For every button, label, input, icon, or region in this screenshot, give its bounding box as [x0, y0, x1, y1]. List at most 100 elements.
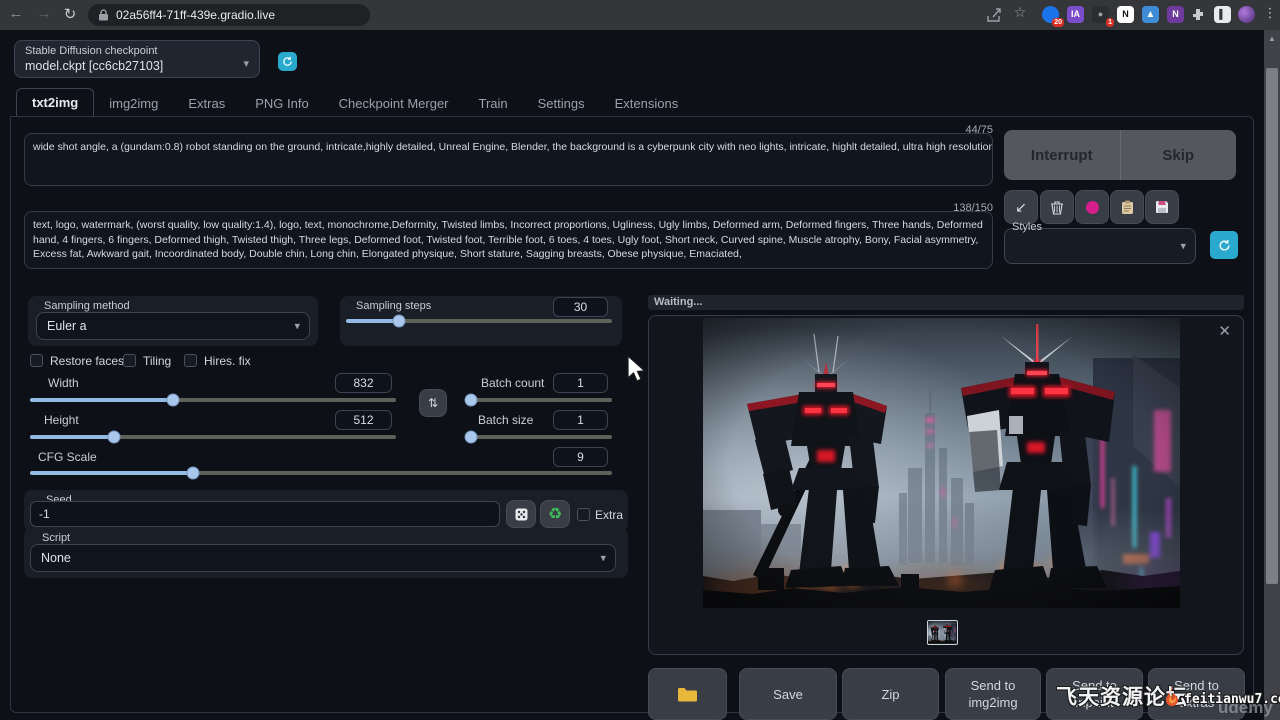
height-slider[interactable] — [30, 430, 396, 444]
checkpoint-selector[interactable]: Stable Diffusion checkpoint model.ckpt [… — [14, 40, 260, 78]
extension-notion-icon[interactable]: N — [1117, 6, 1134, 23]
negative-prompt-textarea[interactable]: text, logo, watermark, (worst quality, l… — [24, 211, 993, 269]
slider-thumb[interactable] — [464, 431, 477, 444]
prompt-textarea[interactable]: wide shot angle, a (gundam:0.8) robot st… — [24, 133, 993, 186]
save-style-button[interactable] — [1145, 190, 1179, 224]
width-slider[interactable] — [30, 393, 396, 407]
extension-onenote-icon[interactable]: N — [1167, 6, 1184, 23]
batch-size-slider[interactable] — [468, 430, 612, 444]
browser-address-bar[interactable]: 02a56ff4-71ff-439e.gradio.live — [88, 4, 370, 26]
script-dropdown[interactable]: None ▾ — [30, 544, 616, 572]
browser-reload-icon[interactable]: ↻ — [60, 5, 80, 23]
paste-generation-params-button[interactable]: ↙ — [1004, 190, 1038, 224]
seed-extra-checkbox[interactable] — [577, 508, 590, 521]
tiling-checkbox[interactable] — [123, 354, 136, 367]
tab-train[interactable]: Train — [464, 90, 523, 117]
generate-button-group: Interrupt Skip — [1004, 130, 1236, 180]
tab-settings[interactable]: Settings — [523, 90, 600, 117]
slider-thumb[interactable] — [166, 394, 179, 407]
checkpoint-refresh-button[interactable] — [278, 52, 297, 71]
restore-faces-checkbox[interactable] — [30, 354, 43, 367]
slider-thumb[interactable] — [464, 394, 477, 407]
random-seed-button[interactable] — [506, 500, 536, 528]
sampling-method-value: Euler a — [47, 319, 87, 333]
batch-count-label: Batch count — [481, 376, 544, 390]
browser-forward-icon[interactable]: → — [34, 5, 54, 22]
tab-img2img[interactable]: img2img — [94, 90, 173, 117]
gallery-thumbnail[interactable] — [927, 620, 958, 645]
cfg-scale-input[interactable] — [553, 447, 608, 467]
clipboard-icon — [1121, 200, 1134, 215]
swap-width-height-button[interactable]: ⇅ — [419, 389, 447, 417]
progress-bar: Waiting... — [648, 295, 1244, 310]
sampling-method-dropdown[interactable]: Euler a ▾ — [36, 312, 310, 340]
lock-icon — [98, 9, 109, 21]
zip-button[interactable]: Zip — [842, 668, 939, 720]
mouse-cursor — [627, 355, 647, 383]
open-folder-button[interactable] — [648, 668, 727, 720]
tiling-label: Tiling — [143, 354, 171, 368]
recycle-icon: ♻ — [548, 504, 562, 524]
slider-thumb[interactable] — [108, 431, 121, 444]
extension-blue-icon[interactable]: 20 — [1042, 6, 1059, 23]
sampling-steps-label: Sampling steps — [356, 300, 431, 312]
dice-icon — [514, 507, 529, 522]
arrow-down-left-icon: ↙ — [1015, 199, 1027, 216]
sampling-steps-slider[interactable] — [346, 314, 612, 328]
bookmark-star-icon[interactable]: ☆ — [1010, 4, 1030, 21]
extension-camera-icon[interactable]: ● 1 — [1092, 6, 1109, 23]
batch-size-input[interactable] — [553, 410, 608, 430]
reuse-seed-button[interactable]: ♻ — [540, 500, 570, 528]
batch-count-slider[interactable] — [468, 393, 612, 407]
tab-checkpoint-merger[interactable]: Checkpoint Merger — [324, 90, 464, 117]
tab-extensions[interactable]: Extensions — [600, 90, 694, 117]
share-icon[interactable] — [986, 7, 1003, 23]
hires-fix-checkbox[interactable] — [184, 354, 197, 367]
styles-refresh-button[interactable] — [1210, 231, 1238, 259]
width-input[interactable] — [335, 373, 392, 393]
cfg-scale-slider[interactable] — [30, 466, 612, 480]
chevron-down-icon: ▾ — [294, 320, 300, 333]
seed-extra-label: Extra — [595, 508, 623, 522]
browser-menu-icon[interactable]: ⋮ — [1260, 5, 1280, 21]
close-icon[interactable]: ✕ — [1218, 324, 1231, 339]
batch-count-input[interactable] — [553, 373, 608, 393]
slider-thumb[interactable] — [186, 467, 199, 480]
slider-thumb[interactable] — [393, 315, 406, 328]
tab-png-info[interactable]: PNG Info — [240, 90, 323, 117]
url-text: 02a56ff4-71ff-439e.gradio.live — [116, 8, 275, 22]
interrupt-button[interactable]: Interrupt — [1004, 130, 1121, 180]
sampling-method-label: Sampling method — [44, 300, 130, 312]
refresh-icon — [282, 56, 293, 67]
tab-extras[interactable]: Extras — [173, 90, 240, 117]
extra-networks-button[interactable] — [1075, 190, 1109, 224]
scrollbar-thumb[interactable] — [1266, 68, 1278, 584]
skip-button[interactable]: Skip — [1121, 130, 1237, 180]
tab-txt2img[interactable]: txt2img — [16, 88, 94, 117]
browser-back-icon[interactable]: ← — [6, 5, 26, 22]
height-input[interactable] — [335, 410, 392, 430]
send-to-img2img-button[interactable]: Send to img2img — [945, 668, 1041, 720]
apply-styles-button[interactable] — [1110, 190, 1144, 224]
extension-image-icon[interactable]: ▲ — [1142, 6, 1159, 23]
cfg-scale-label: CFG Scale — [38, 450, 97, 464]
chevron-down-icon: ▾ — [243, 57, 249, 70]
scrollbar-up-arrow[interactable]: ▲ — [1268, 34, 1276, 43]
save-button[interactable]: Save — [739, 668, 837, 720]
extensions-puzzle-icon[interactable] — [1190, 7, 1206, 23]
watermark-flame-icon — [1160, 684, 1184, 708]
page-scrollbar[interactable]: ▲ — [1264, 30, 1280, 720]
script-value: None — [41, 551, 71, 565]
hires-fix-label: Hires. fix — [204, 354, 251, 368]
folder-icon — [677, 686, 699, 703]
sidebar-toggle-icon[interactable]: ▌ — [1214, 6, 1231, 23]
checkpoint-value: model.ckpt [cc6cb27103] — [25, 59, 163, 73]
clear-prompt-button[interactable] — [1040, 190, 1074, 224]
profile-avatar[interactable] — [1238, 6, 1255, 23]
floppy-disk-icon — [1155, 200, 1169, 214]
styles-dropdown[interactable]: ▾ — [1004, 228, 1196, 264]
generated-image[interactable] — [703, 318, 1180, 608]
extension-ia-icon[interactable]: IA — [1067, 6, 1084, 23]
seed-input[interactable] — [30, 501, 500, 527]
progress-status-text: Waiting... — [654, 296, 702, 308]
